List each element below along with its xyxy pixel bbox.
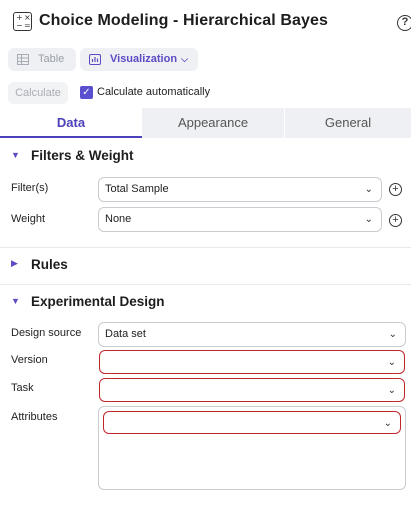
add-filter-icon[interactable]: + xyxy=(389,183,402,196)
chevron-down-icon: ⌄ xyxy=(387,385,396,396)
version-label: Version xyxy=(11,354,48,366)
page-title: Choice Modeling - Hierarchical Bayes xyxy=(39,12,329,29)
experimental-design-title: Experimental Design xyxy=(31,294,165,309)
rules-section-header[interactable]: ▶ Rules xyxy=(0,251,411,279)
filters-weight-section-header[interactable]: ▼ Filters & Weight xyxy=(0,142,411,170)
expanded-triangle-icon: ▼ xyxy=(11,296,20,306)
filter-label: Filter(s) xyxy=(11,182,49,194)
attributes-select[interactable]: ⌄ xyxy=(103,411,401,434)
visualization-label: Visualization xyxy=(110,53,178,65)
chevron-down-icon: ⌄ xyxy=(364,184,373,195)
calculator-icon: + × − = xyxy=(13,12,32,31)
table-icon xyxy=(17,54,29,65)
chevron-down-icon: ⌄ xyxy=(364,214,373,225)
filters-weight-title: Filters & Weight xyxy=(31,148,134,163)
table-button-label: Table xyxy=(38,53,65,65)
add-weight-icon[interactable]: + xyxy=(389,214,402,227)
chevron-down-icon: ⌄ xyxy=(387,357,396,368)
chart-icon xyxy=(89,54,101,65)
design-source-select[interactable]: Data set ⌄ xyxy=(98,322,406,347)
weight-label: Weight xyxy=(11,213,46,225)
panel-header: + × − = Choice Modeling - Hierarchical Bay… xyxy=(0,0,411,44)
help-icon[interactable]: ? xyxy=(397,15,411,31)
version-select[interactable]: ⌄ xyxy=(99,350,405,374)
chevron-down-icon: ⌵ xyxy=(181,54,188,64)
section-divider xyxy=(0,247,411,248)
tab-general[interactable]: General xyxy=(285,108,411,138)
tab-appearance[interactable]: Appearance xyxy=(142,108,284,138)
chevron-down-icon: ⌄ xyxy=(383,418,392,429)
table-button[interactable]: Table xyxy=(8,48,76,71)
section-divider xyxy=(0,284,411,285)
attributes-label: Attributes xyxy=(11,411,58,423)
auto-calculate-checkbox[interactable]: ✓ xyxy=(80,86,93,99)
chevron-down-icon: ⌄ xyxy=(388,329,397,340)
auto-calculate-label: Calculate automatically xyxy=(97,86,211,98)
task-select[interactable]: ⌄ xyxy=(99,378,405,402)
collapsed-triangle-icon: ▶ xyxy=(11,258,18,268)
weight-value: None xyxy=(105,213,132,225)
rules-title: Rules xyxy=(31,257,68,272)
expanded-triangle-icon: ▼ xyxy=(11,150,20,160)
task-label: Task xyxy=(11,382,34,394)
calculate-button[interactable]: Calculate xyxy=(8,82,68,104)
attributes-list-box[interactable]: ⌄ xyxy=(98,406,406,490)
tab-data[interactable]: Data xyxy=(0,108,142,138)
design-source-value: Data set xyxy=(105,328,146,340)
design-source-label: Design source xyxy=(11,327,82,339)
visualization-dropdown[interactable]: Visualization ⌵ xyxy=(80,48,198,71)
tab-bar: Data Appearance General xyxy=(0,108,411,138)
filter-select[interactable]: Total Sample ⌄ xyxy=(98,177,382,202)
weight-select[interactable]: None ⌄ xyxy=(98,207,382,232)
filter-value: Total Sample xyxy=(105,183,169,195)
experimental-design-section-header[interactable]: ▼ Experimental Design xyxy=(0,288,411,316)
